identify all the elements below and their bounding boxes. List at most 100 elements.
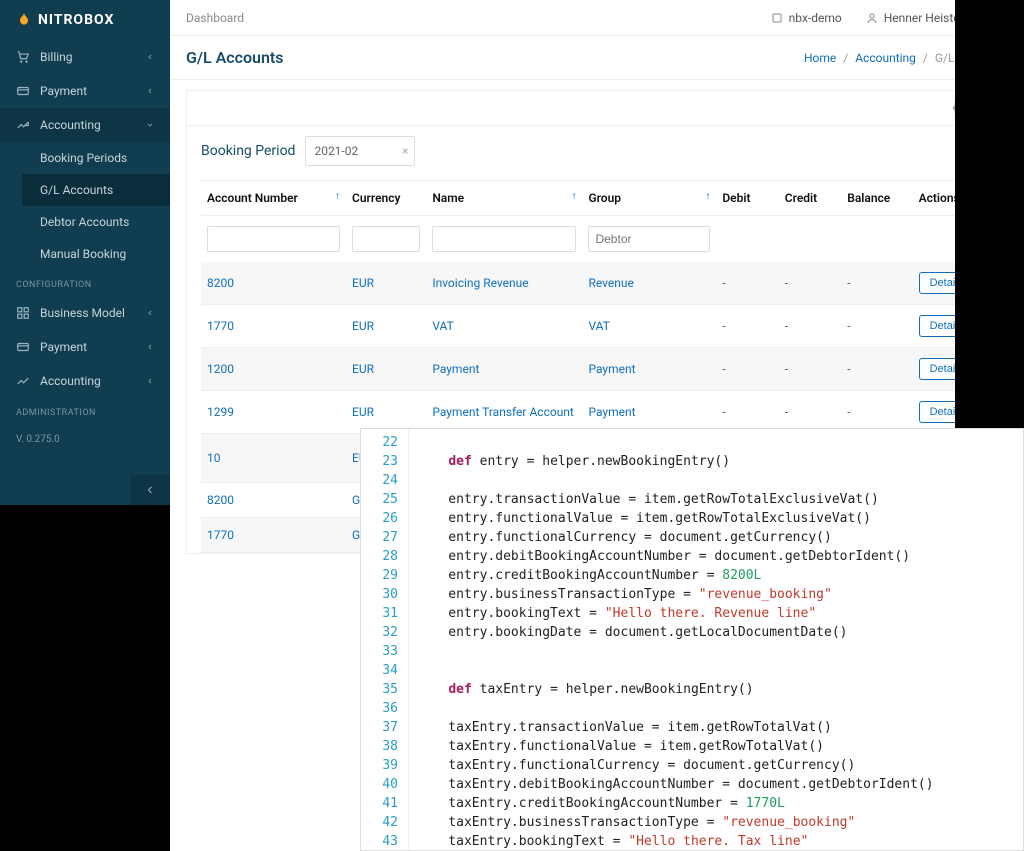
code-content[interactable]: def entry = helper.newBookingEntry() ent… xyxy=(409,429,1023,850)
col-debit[interactable]: Debit xyxy=(716,181,778,216)
cell-name[interactable]: VAT xyxy=(426,305,582,348)
tenant-label: nbx-demo xyxy=(789,11,842,25)
col-balance[interactable]: Balance xyxy=(841,181,912,216)
sidebar-item-booking-periods[interactable]: Booking Periods xyxy=(22,142,170,174)
cell-currency[interactable]: EUR xyxy=(346,305,426,348)
sidebar-item-accounting[interactable]: Accounting xyxy=(0,108,170,142)
blackout-area xyxy=(955,0,1024,428)
grid-icon xyxy=(16,306,30,320)
chevron-left-icon xyxy=(146,377,154,385)
breadcrumb-accounting[interactable]: Accounting xyxy=(855,51,916,65)
col-group[interactable]: Group↑ xyxy=(582,181,716,216)
sort-asc-icon: ↑ xyxy=(705,191,710,202)
cell-balance: - xyxy=(841,262,912,305)
cell-group[interactable]: VAT xyxy=(582,305,716,348)
cell-credit: - xyxy=(779,305,841,348)
card-icon xyxy=(16,84,30,98)
flame-icon xyxy=(16,12,32,28)
cell-credit: - xyxy=(779,348,841,391)
tenant-selector[interactable]: nbx-demo xyxy=(771,11,842,25)
cell-name[interactable]: Payment xyxy=(426,348,582,391)
blackout-area xyxy=(0,505,170,851)
card-toolbar xyxy=(187,91,1007,125)
sidebar: NITROBOX Billing Payment Accounting Book… xyxy=(0,0,170,505)
logo: NITROBOX xyxy=(0,0,170,40)
sidebar-item-debtor-accounts[interactable]: Debtor Accounts xyxy=(22,206,170,238)
table-header-row: Account Number↑ Currency Name↑ Group↑ De… xyxy=(201,181,993,216)
code-gutter: 22 23 24 25 26 27 28 29 30 31 32 33 34 3… xyxy=(361,429,409,850)
chevron-left-icon xyxy=(146,87,154,95)
cell-debit: - xyxy=(716,305,778,348)
sort-asc-icon: ↑ xyxy=(571,191,576,202)
sidebar-label: Business Model xyxy=(40,306,146,320)
sidebar-item-business-model[interactable]: Business Model xyxy=(0,296,170,330)
cell-currency[interactable]: EUR xyxy=(346,262,426,305)
cell-account-number[interactable]: 1299 xyxy=(201,391,346,434)
chevron-left-icon xyxy=(144,484,156,496)
cell-account-number[interactable]: 8200 xyxy=(201,483,346,518)
chevron-left-icon xyxy=(146,53,154,61)
chart-icon xyxy=(16,118,30,132)
booking-period-value: 2021-02 xyxy=(314,144,358,158)
sidebar-collapse-button[interactable] xyxy=(130,475,170,505)
filter-currency[interactable] xyxy=(352,226,420,252)
filter-group[interactable] xyxy=(588,226,710,252)
chevron-left-icon xyxy=(146,343,154,351)
cell-currency[interactable]: EUR xyxy=(346,348,426,391)
sidebar-item-cfg-payment[interactable]: Payment xyxy=(0,330,170,364)
logo-text: NITROBOX xyxy=(38,12,114,28)
sidebar-subnav-accounting: Booking Periods G/L Accounts Debtor Acco… xyxy=(0,142,170,270)
col-name[interactable]: Name↑ xyxy=(426,181,582,216)
sidebar-item-manual-booking[interactable]: Manual Booking xyxy=(22,238,170,270)
cell-account-number[interactable]: 8200 xyxy=(201,262,346,305)
cell-group[interactable]: Revenue xyxy=(582,262,716,305)
sidebar-label: Accounting xyxy=(40,374,146,388)
code-editor-panel: 22 23 24 25 26 27 28 29 30 31 32 33 34 3… xyxy=(360,428,1024,851)
sidebar-section-configuration: CONFIGURATION xyxy=(0,270,170,296)
table-row: 8200EURInvoicing RevenueRevenue---Detail… xyxy=(201,262,993,305)
sidebar-item-cfg-accounting[interactable]: Accounting xyxy=(0,364,170,398)
chevron-down-icon xyxy=(146,121,154,129)
cell-account-number[interactable]: 10 xyxy=(201,434,346,483)
booking-period-input[interactable]: 2021-02 × xyxy=(305,136,415,166)
cell-debit: - xyxy=(716,262,778,305)
table-filter-row xyxy=(201,216,993,263)
cell-account-number[interactable]: 1770 xyxy=(201,305,346,348)
sidebar-section-administration: ADMINISTRATION xyxy=(0,398,170,424)
sidebar-label: Manual Booking xyxy=(40,247,154,261)
cart-icon xyxy=(16,50,30,64)
sidebar-label: Debtor Accounts xyxy=(40,215,154,229)
version-label: V. 0.275.0 xyxy=(0,424,170,455)
filter-account-number[interactable] xyxy=(207,226,340,252)
page-title: G/L Accounts xyxy=(186,48,284,67)
chart-icon xyxy=(16,374,30,388)
sidebar-label-payment: Payment xyxy=(40,84,146,98)
breadcrumb-home[interactable]: Home xyxy=(804,51,836,65)
cell-balance: - xyxy=(841,348,912,391)
cell-name[interactable]: Invoicing Revenue xyxy=(426,262,582,305)
sidebar-label-accounting: Accounting xyxy=(40,118,146,132)
table-row: 1200EURPaymentPayment---Details xyxy=(201,348,993,391)
sidebar-item-billing[interactable]: Billing xyxy=(0,40,170,74)
sidebar-label-billing: Billing xyxy=(40,50,146,64)
col-currency[interactable]: Currency xyxy=(346,181,426,216)
sidebar-item-payment[interactable]: Payment xyxy=(0,74,170,108)
card-icon xyxy=(16,340,30,354)
col-account-number[interactable]: Account Number↑ xyxy=(201,181,346,216)
cell-account-number[interactable]: 1200 xyxy=(201,348,346,391)
breadcrumb-root[interactable]: Dashboard xyxy=(186,11,771,25)
cell-group[interactable]: Payment xyxy=(582,348,716,391)
page-header: G/L Accounts Home / Accounting / G/L Acc… xyxy=(170,36,1024,80)
clear-icon[interactable]: × xyxy=(402,144,408,158)
col-credit[interactable]: Credit xyxy=(779,181,841,216)
cell-debit: - xyxy=(716,348,778,391)
cell-account-number[interactable]: 1770 xyxy=(201,518,346,553)
sidebar-item-gl-accounts[interactable]: G/L Accounts xyxy=(22,174,170,206)
chevron-left-icon xyxy=(146,309,154,317)
filter-name[interactable] xyxy=(432,226,576,252)
cell-balance: - xyxy=(841,305,912,348)
cell-credit: - xyxy=(779,262,841,305)
tenant-icon xyxy=(771,12,783,24)
sidebar-label: Payment xyxy=(40,340,146,354)
user-icon xyxy=(866,12,878,24)
